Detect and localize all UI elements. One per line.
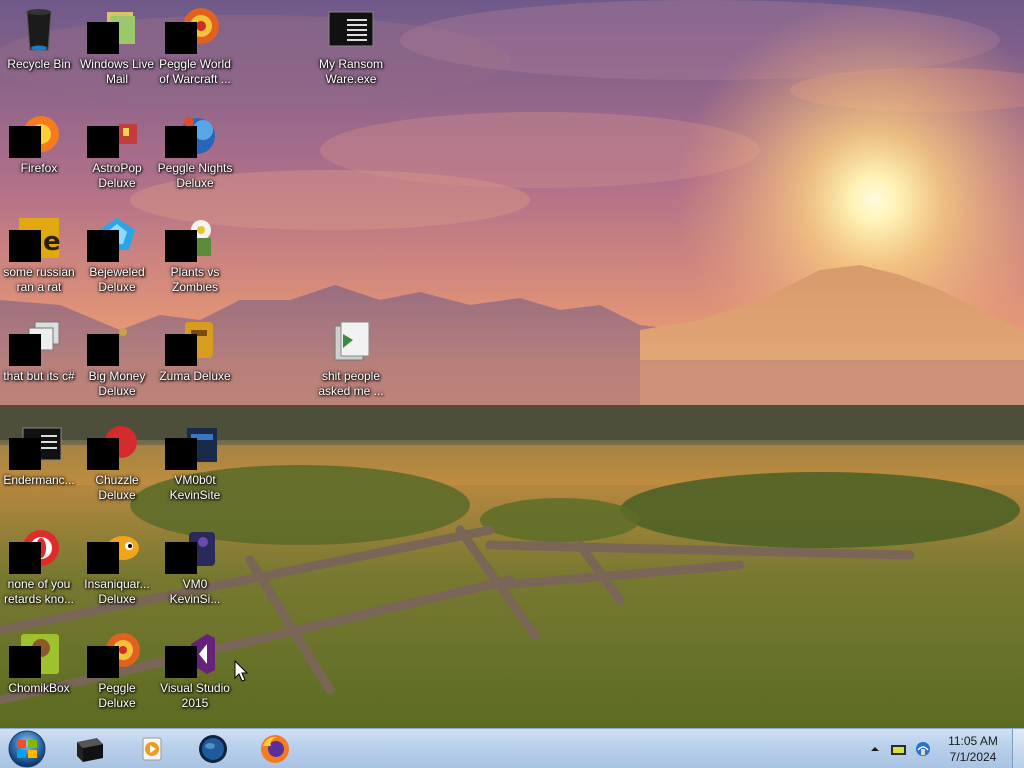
desktop-icon-astropop[interactable]: AstroPop Deluxe bbox=[78, 104, 156, 204]
pvz-icon bbox=[165, 214, 219, 262]
app-icon: e bbox=[9, 214, 63, 262]
redaction-box bbox=[87, 22, 119, 54]
redaction-box bbox=[165, 334, 197, 366]
desktop-icon-chomikbox[interactable]: ChomikBox bbox=[0, 624, 78, 724]
firefox-icon bbox=[261, 735, 289, 763]
redaction-box bbox=[87, 126, 119, 158]
redaction-box bbox=[87, 646, 119, 678]
desktop-icon-peggle-deluxe[interactable]: Peggle Deluxe bbox=[78, 624, 156, 724]
peggle-icon bbox=[165, 6, 219, 54]
bejeweled-icon bbox=[87, 214, 141, 262]
mail-icon bbox=[87, 6, 141, 54]
redaction-box bbox=[165, 438, 197, 470]
desktop-icon-peggle-nights[interactable]: Peggle Nights Deluxe bbox=[156, 104, 234, 204]
start-button[interactable] bbox=[4, 729, 50, 768]
redaction-box bbox=[165, 542, 197, 574]
taskbar-button-firefox[interactable] bbox=[248, 731, 302, 767]
taskbar: 11:05 AM 7/1/2024 bbox=[0, 728, 1024, 768]
peggle-icon bbox=[87, 630, 141, 678]
zuma-icon bbox=[165, 318, 219, 366]
redaction-box bbox=[9, 542, 41, 574]
chomikbox-icon bbox=[9, 630, 63, 678]
redaction-box bbox=[9, 438, 41, 470]
media-player-icon bbox=[142, 737, 162, 761]
clock-time: 11:05 AM bbox=[948, 734, 998, 748]
desktop-icon-windows-live-mail[interactable]: Windows Live Mail bbox=[78, 0, 156, 100]
desktop-icon-endermanch[interactable]: Endermanc... bbox=[0, 416, 78, 516]
desktop-icon-recycle-bin[interactable]: Recycle Bin bbox=[0, 0, 78, 100]
console-app-icon bbox=[9, 422, 63, 470]
redaction-box bbox=[9, 646, 41, 678]
redaction-box bbox=[165, 646, 197, 678]
astropop-icon bbox=[87, 110, 141, 158]
desktop-icon-vm0b0t-kevinsite[interactable]: VM0b0t KevinSite bbox=[156, 416, 234, 516]
desktop-icon-firefox[interactable]: Firefox bbox=[0, 104, 78, 204]
desktop-icon-visual-studio-2015[interactable]: Visual Studio 2015 bbox=[156, 624, 234, 724]
windows-start-orb-icon bbox=[8, 730, 46, 768]
mouse-cursor-icon bbox=[234, 659, 250, 684]
desktop-icon-some-russian[interactable]: e some russian ran a rat bbox=[0, 208, 78, 308]
clock-date: 7/1/2024 bbox=[949, 750, 997, 764]
redaction-box bbox=[87, 334, 119, 366]
stacked-windows-icon bbox=[9, 318, 63, 366]
folder-icon bbox=[327, 318, 375, 366]
taskbar-button-console[interactable] bbox=[62, 731, 116, 767]
opera-icon bbox=[9, 526, 63, 574]
console-window-icon bbox=[77, 738, 103, 762]
desktop-icon-that-but-its-c[interactable]: that but its c# bbox=[0, 312, 78, 412]
redaction-box bbox=[9, 126, 41, 158]
globe-icon bbox=[199, 735, 227, 763]
redaction-box bbox=[165, 230, 197, 262]
network-icon[interactable] bbox=[914, 741, 932, 757]
desktop-icon-bejeweled[interactable]: Bejeweled Deluxe bbox=[78, 208, 156, 308]
redaction-box bbox=[9, 334, 41, 366]
system-clock[interactable]: 11:05 AM 7/1/2024 bbox=[934, 733, 1012, 765]
desktop-icon-none-of-you[interactable]: none of you retards kno... bbox=[0, 520, 78, 620]
redaction-box bbox=[87, 542, 119, 574]
redaction-box bbox=[9, 230, 41, 262]
show-desktop-button[interactable] bbox=[1012, 729, 1024, 768]
desktop-icon-my-ransomware[interactable]: My Ransom Ware.exe bbox=[312, 0, 390, 100]
taskbar-button-globe[interactable] bbox=[186, 731, 240, 767]
vm-icon bbox=[165, 422, 219, 470]
desktop-icon-insaniquarium[interactable]: Insaniquar... Deluxe bbox=[78, 520, 156, 620]
taskbar-button-media-player[interactable] bbox=[124, 731, 178, 767]
redaction-box bbox=[165, 126, 197, 158]
desktop-icon-vm0-kevinsi[interactable]: VM0 KevinSi... bbox=[156, 520, 234, 620]
desktop-icon-peggle-world-of-warcraft[interactable]: Peggle World of Warcraft ... bbox=[156, 0, 234, 100]
chuzzle-icon bbox=[87, 422, 141, 470]
console-app-icon bbox=[327, 6, 375, 54]
peggle-nights-icon bbox=[165, 110, 219, 158]
redaction-box bbox=[165, 22, 197, 54]
redaction-box bbox=[87, 230, 119, 262]
visual-studio-icon bbox=[165, 630, 219, 678]
vm-icon bbox=[165, 526, 219, 574]
desktop-icon-zuma[interactable]: Zuma Deluxe bbox=[156, 312, 234, 412]
big-money-icon bbox=[87, 318, 141, 366]
svg-text:e: e bbox=[43, 227, 61, 257]
fish-icon bbox=[87, 526, 141, 574]
redaction-box bbox=[87, 438, 119, 470]
recycle-bin-icon bbox=[15, 6, 63, 54]
desktop-icon-plants-vs-zombies[interactable]: Plants vs Zombies bbox=[156, 208, 234, 308]
desktop-icon-chuzzle[interactable]: Chuzzle Deluxe bbox=[78, 416, 156, 516]
firefox-icon bbox=[9, 110, 63, 158]
show-hidden-icons-arrow[interactable] bbox=[870, 742, 880, 754]
desktop-icon-shit-people-asked[interactable]: shit people asked me ... bbox=[312, 312, 390, 412]
desktop-icon-big-money[interactable]: Big Money Deluxe bbox=[78, 312, 156, 412]
battery-icon[interactable] bbox=[890, 743, 908, 755]
